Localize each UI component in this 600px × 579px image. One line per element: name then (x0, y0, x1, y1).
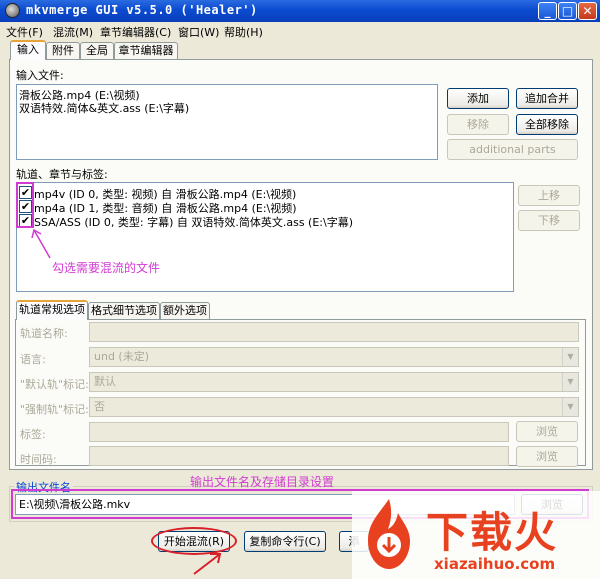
maximize-button[interactable]: □ (558, 2, 577, 20)
watermark-url: xiazaihuo.com (434, 555, 556, 573)
chevron-down-icon: ▼ (562, 373, 578, 391)
title-bar: mkvmerge GUI v5.5.0 ('Healer') _ □ ✕ (0, 0, 600, 22)
tab-attachments[interactable]: 附件 (46, 42, 80, 60)
list-item[interactable]: SSA/ASS (ID 0, 类型: 字幕) 自 双语特效.简体英文.ass (… (34, 214, 353, 230)
move-up-button[interactable]: 上移 (518, 185, 580, 206)
default-flag-value: 默认 (94, 375, 116, 388)
add-button[interactable]: 添加 (447, 88, 509, 109)
forced-flag-label: "强制轨"标记: (20, 403, 89, 416)
chevron-down-icon: ▼ (562, 348, 578, 366)
close-button[interactable]: ✕ (578, 2, 597, 20)
app-icon (5, 3, 20, 18)
menu-chapter-editor[interactable]: 章节编辑器(C) (100, 24, 171, 40)
track-name-label: 轨道名称: (20, 327, 68, 340)
menu-bar: 文件(F) 混流(M) 章节编辑器(C) 窗口(W) 帮助(H) (0, 22, 600, 39)
tracks-label: 轨道、章节与标签: (16, 168, 108, 181)
window-title: mkvmerge GUI v5.5.0 ('Healer') (26, 3, 258, 17)
menu-file[interactable]: 文件(F) (6, 24, 43, 40)
language-value: und (未定) (94, 350, 150, 363)
forced-flag-value: 否 (94, 400, 105, 413)
menu-mux[interactable]: 混流(M) (53, 24, 93, 40)
default-flag-select[interactable]: 默认 ▼ (89, 372, 579, 392)
timecodes-label: 时间码: (20, 453, 57, 466)
watermark: 下载火 xiazaihuo.com (352, 491, 600, 579)
start-button-arrow (193, 553, 222, 575)
tracks-annotation: 勾选需要混流的文件 (52, 261, 161, 275)
timecodes-browse-button[interactable]: 浏览 (516, 446, 578, 467)
menu-help[interactable]: 帮助(H) (224, 24, 263, 40)
flame-logo-icon (368, 499, 410, 569)
remove-all-button[interactable]: 全部移除 (516, 114, 578, 135)
tab-chapter-editor[interactable]: 章节编辑器 (114, 42, 178, 60)
tab-track-general[interactable]: 轨道常规选项 (16, 300, 88, 320)
chevron-down-icon: ▼ (562, 398, 578, 416)
tags-input[interactable] (89, 422, 509, 442)
tab-format-details[interactable]: 格式细节选项 (88, 302, 160, 320)
tab-input[interactable]: 输入 (10, 40, 46, 60)
tags-browse-button[interactable]: 浏览 (516, 421, 578, 442)
tags-label: 标签: (20, 428, 46, 441)
forced-flag-select[interactable]: 否 ▼ (89, 397, 579, 417)
checkbox-highlight-box (16, 182, 34, 228)
menu-window[interactable]: 窗口(W) (178, 24, 219, 40)
append-button[interactable]: 追加合并 (516, 88, 578, 109)
tab-global[interactable]: 全局 (80, 42, 114, 60)
default-flag-label: "默认轨"标记: (20, 378, 89, 391)
list-item[interactable]: 双语特效.简体&英文.ass (E:\字幕) (19, 100, 189, 116)
tab-extra-options[interactable]: 额外选项 (160, 302, 210, 320)
track-name-input[interactable] (89, 322, 579, 342)
copy-command-line-button[interactable]: 复制命令行(C) (244, 531, 326, 552)
input-files-label: 输入文件: (16, 69, 64, 82)
input-files-list[interactable]: 滑板公路.mp4 (E:\视频) 双语特效.简体&英文.ass (E:\字幕) (16, 84, 438, 160)
move-down-button[interactable]: 下移 (518, 210, 580, 231)
remove-button[interactable]: 移除 (447, 114, 509, 135)
minimize-button[interactable]: _ (538, 2, 557, 20)
output-annotation: 输出文件名及存储目录设置 (190, 475, 335, 489)
timecodes-input[interactable] (89, 446, 509, 466)
language-select[interactable]: und (未定) ▼ (89, 347, 579, 367)
additional-parts-button[interactable]: additional parts (447, 139, 578, 160)
watermark-brand: 下载火 (426, 508, 559, 557)
language-label: 语言: (20, 353, 46, 366)
